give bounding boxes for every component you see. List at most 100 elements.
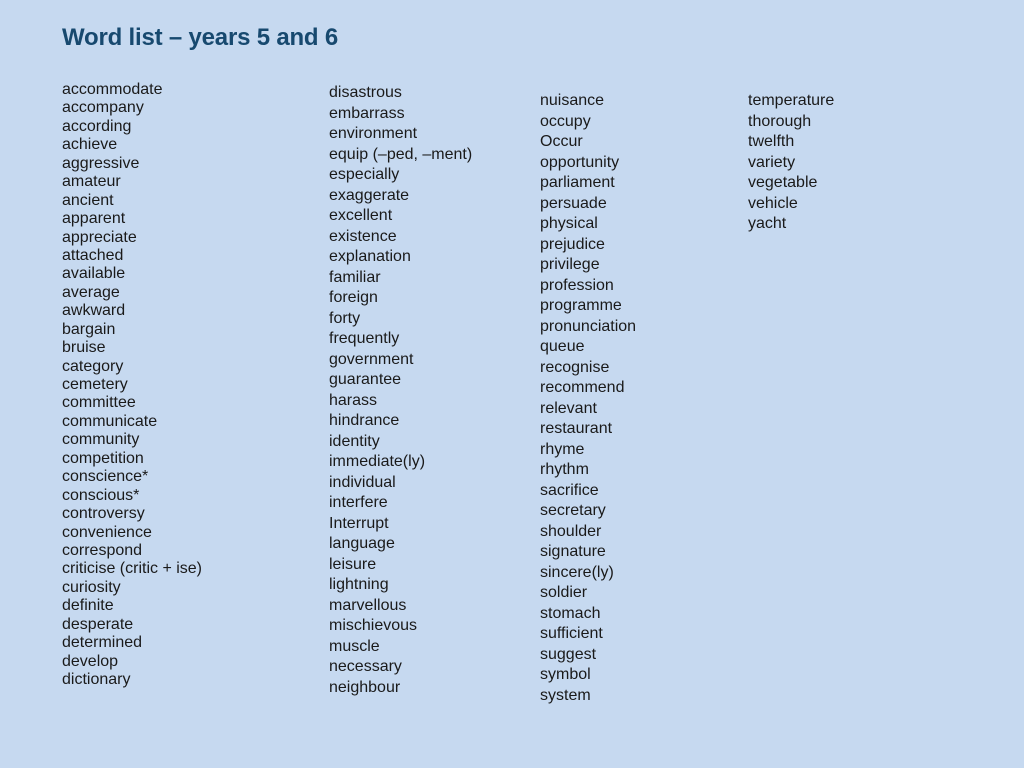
word-item: parliament [540, 174, 615, 191]
word-item: conscience* [62, 468, 149, 486]
word-item: profession [540, 276, 614, 294]
word-item: criticise (critic + ise) [62, 560, 203, 578]
word-item: muscle [329, 637, 380, 655]
word-item: frequently [329, 330, 400, 347]
word-item: hindrance [329, 412, 400, 429]
word-item: temperature [748, 92, 835, 109]
word-item: neighbour [329, 678, 401, 696]
word-item: recognise [540, 358, 610, 376]
word-item: conscious* [62, 486, 140, 504]
word-item: cemetery [62, 376, 128, 393]
word-item: curiosity [62, 578, 121, 596]
word-item: attached [62, 246, 124, 264]
word-item: bruise [62, 339, 106, 357]
word-item: nuisance [540, 92, 605, 109]
word-item: exaggerate [329, 186, 410, 204]
word-item: amateur [62, 173, 121, 191]
word-item: aggressive [62, 154, 140, 172]
word-item: achieve [62, 136, 118, 154]
word-item: foreign [329, 289, 378, 306]
word-column-3: nuisance occupy Occur opportunity parliament… [540, 91, 636, 706]
word-item: existence [329, 227, 397, 245]
word-item: harass [329, 391, 378, 409]
word-item: disastrous [329, 84, 402, 101]
word-item: awkward [62, 302, 126, 320]
word-item: bargain [62, 320, 116, 338]
word-item: marvellous [329, 596, 407, 614]
word-item: sufficient [540, 625, 603, 642]
word-item: desperate [62, 615, 134, 633]
word-item: occupy [540, 112, 591, 130]
word-item: persuade [540, 194, 607, 212]
word-item: rhyme [540, 440, 585, 458]
word-item: correspond [62, 541, 143, 559]
word-item: identity [329, 432, 380, 450]
word-column-2: disastrous embarrass environment equip (–pe… [329, 83, 472, 698]
word-item: immediate(ly) [329, 453, 426, 470]
word-item: available [62, 265, 126, 283]
word-column-1: accommodate accompany according achieve aggr… [62, 81, 202, 689]
word-item: language [329, 535, 395, 552]
word-item: shoulder [540, 522, 602, 540]
word-item: Occur [540, 133, 583, 150]
word-item: average [62, 283, 120, 301]
word-item: especially [329, 166, 400, 183]
word-item: convenience [62, 523, 152, 541]
word-item: environment [329, 125, 418, 142]
word-item: communicate [62, 412, 158, 430]
word-item: rhythm [540, 461, 589, 478]
word-item: category [62, 357, 124, 375]
word-item: competition [62, 449, 144, 467]
word-item: vehicle [748, 194, 798, 212]
word-item: interfere [329, 494, 388, 511]
word-item: twelfth [748, 133, 795, 150]
word-item: necessary [329, 658, 402, 675]
word-item: variety [748, 153, 796, 171]
word-item: restaurant [540, 420, 613, 437]
word-item: pronunciation [540, 317, 637, 335]
word-item: signature [540, 543, 606, 560]
word-item: controversy [62, 505, 145, 523]
word-item: sincere(ly) [540, 563, 614, 581]
page-title: Word list – years 5 and 6 [62, 24, 339, 51]
word-item: committee [62, 394, 136, 412]
word-item: suggest [540, 645, 597, 663]
word-item: soldier [540, 584, 588, 601]
word-item: lightning [329, 576, 389, 593]
word-item: queue [540, 338, 585, 355]
word-item: embarrass [329, 104, 405, 122]
word-item: prejudice [540, 235, 605, 253]
word-item: secretary [540, 502, 606, 519]
word-item: opportunity [540, 153, 620, 171]
word-item: physical [540, 215, 598, 232]
word-item: appreciate [62, 228, 137, 246]
word-item: forty [329, 309, 361, 327]
word-item: programme [540, 297, 622, 314]
word-item: leisure [329, 555, 377, 573]
word-item: sacrifice [540, 481, 599, 499]
word-column-4: temperature thorough twelfth variety vegetab… [748, 91, 834, 235]
word-item: system [540, 686, 591, 704]
word-item: symbol [540, 666, 591, 683]
word-item: stomach [540, 604, 601, 622]
word-item: according [62, 117, 132, 135]
word-item: accommodate [62, 81, 163, 98]
word-item: community [62, 431, 140, 449]
word-item: explanation [329, 248, 411, 265]
word-item: accompany [62, 99, 144, 117]
word-item: guarantee [329, 371, 402, 388]
word-item: dictionary [62, 671, 131, 688]
word-item: familiar [329, 268, 381, 286]
word-item: definite [62, 597, 114, 615]
word-item: develop [62, 652, 119, 670]
word-item: relevant [540, 399, 597, 417]
word-item: excellent [329, 207, 393, 224]
word-item: mischievous [329, 617, 418, 634]
word-item: yacht [748, 215, 787, 232]
word-item: equip (–ped, –ment) [329, 145, 473, 163]
word-item: privilege [540, 256, 600, 273]
word-item: determined [62, 634, 143, 652]
word-item: vegetable [748, 174, 818, 191]
word-item: Interrupt [329, 514, 389, 532]
word-item: individual [329, 473, 396, 491]
